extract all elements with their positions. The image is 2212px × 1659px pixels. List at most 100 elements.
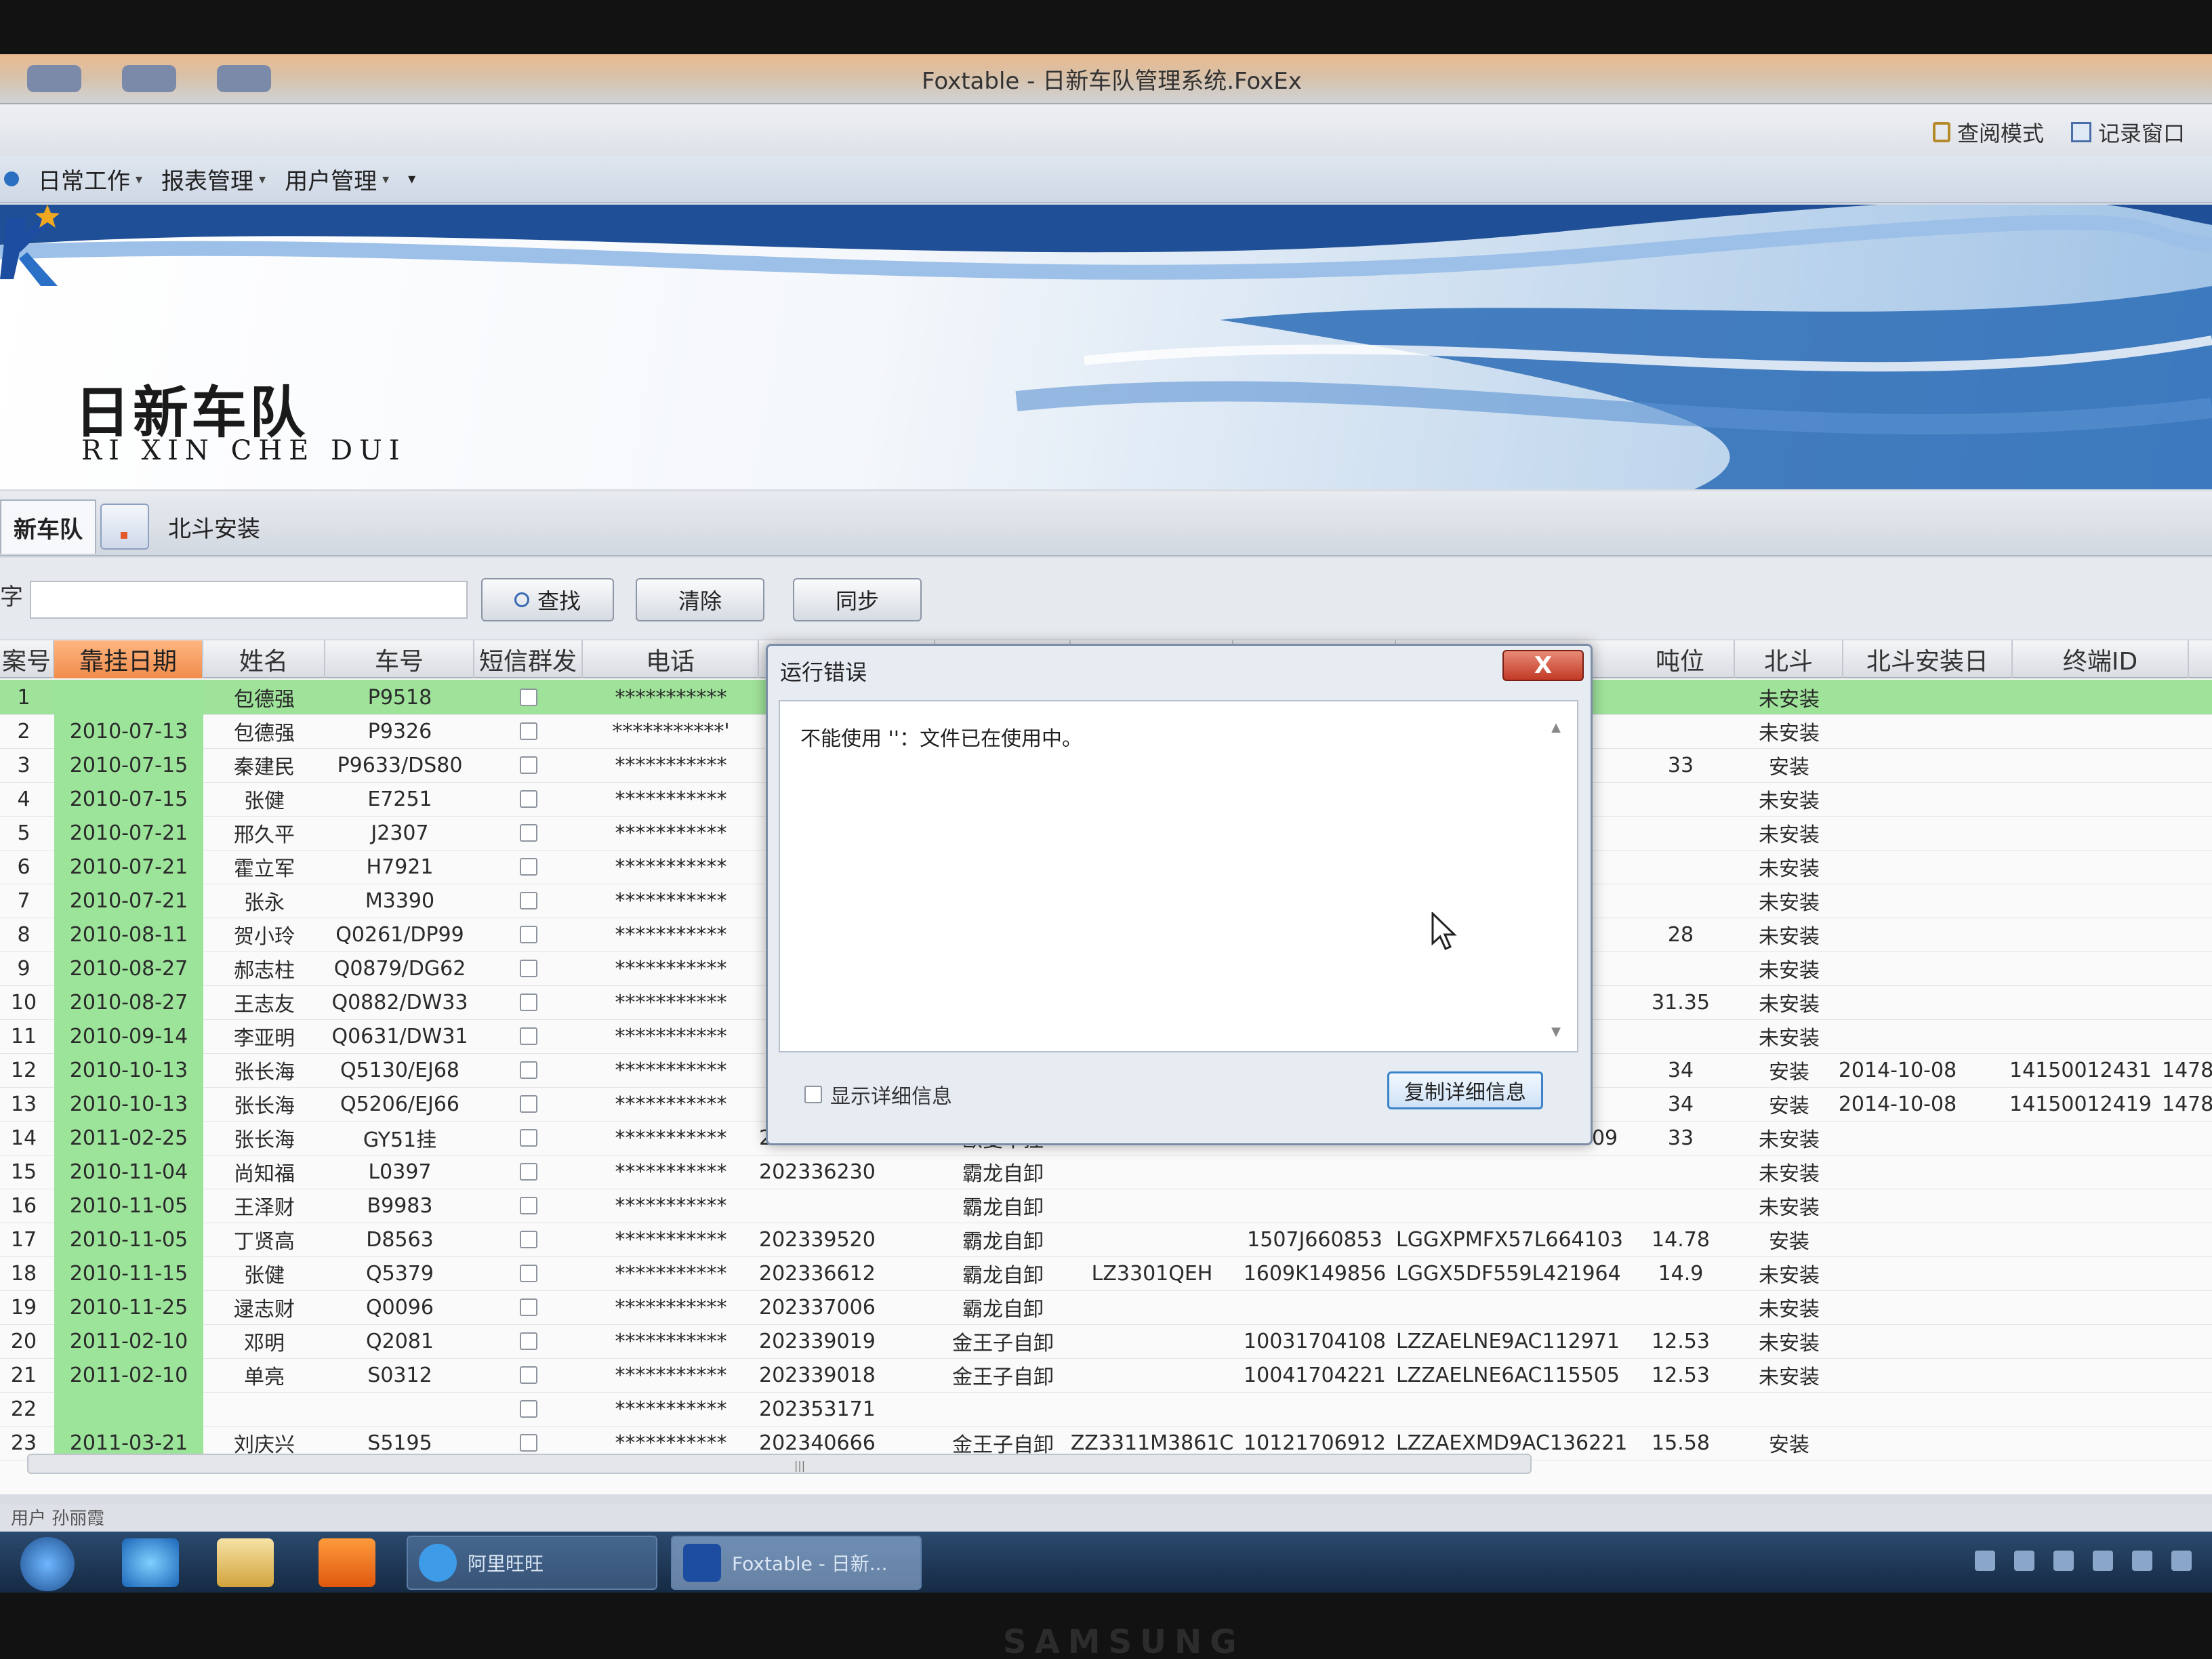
table-cell-extra[interactable] — [2162, 1222, 2212, 1257]
table-cell-terminal[interactable] — [1979, 1222, 2182, 1257]
table-cell-no[interactable]: 10 — [0, 985, 47, 1020]
sms-broadcast-cell[interactable] — [474, 1188, 583, 1223]
table-cell-no[interactable]: 6 — [0, 849, 47, 884]
clear-button[interactable]: 清除 — [636, 578, 764, 621]
save-icon[interactable] — [122, 65, 176, 92]
table-cell-extra[interactable] — [2162, 747, 2212, 783]
table-cell-phone[interactable]: *********** — [583, 1188, 759, 1223]
table-cell-plate[interactable] — [325, 1391, 474, 1427]
table-cell-terminal[interactable] — [1979, 714, 2182, 749]
table-cell-no[interactable]: 15 — [0, 1154, 47, 1189]
sms-broadcast-cell[interactable] — [474, 1256, 583, 1291]
sms-broadcast-cell[interactable] — [474, 951, 583, 986]
table-cell-bd_date[interactable] — [1816, 917, 1979, 952]
column-header[interactable]: 北斗 — [1735, 640, 1843, 678]
table-cell-terminal[interactable] — [1979, 1120, 2182, 1155]
table-cell-extra[interactable]: 1478 — [2162, 1086, 2212, 1122]
table-cell-no[interactable]: 16 — [0, 1188, 47, 1223]
table-cell-name[interactable]: 张永 — [203, 883, 325, 918]
table-cell-terminal[interactable] — [1979, 781, 2182, 817]
table-cell-terminal[interactable] — [1979, 849, 2182, 884]
table-cell-bd_date[interactable] — [1816, 1391, 1979, 1427]
table-cell-date[interactable]: 2010-07-15 — [54, 747, 203, 783]
table-cell-date[interactable]: 2010-08-11 — [54, 917, 203, 952]
sms-broadcast-cell[interactable] — [474, 883, 583, 918]
table-cell-extra[interactable] — [2162, 883, 2212, 918]
sms-broadcast-cell[interactable] — [474, 1154, 583, 1189]
table-cell-date[interactable]: 2010-07-21 — [54, 815, 203, 851]
table-cell-c7[interactable]: 金王子自卸 — [935, 1324, 1071, 1359]
show-details-checkbox[interactable]: 显示详细信息 — [804, 1080, 952, 1109]
table-cell-bd_date[interactable] — [1816, 985, 1979, 1020]
table-cell-name[interactable]: 秦建民 — [203, 747, 325, 783]
table-cell-terminal[interactable] — [1979, 883, 2182, 918]
table-cell-c8[interactable] — [1071, 1324, 1233, 1359]
table-cell-extra[interactable] — [2162, 1154, 2212, 1189]
menu-report-management[interactable]: 报表管理 ▾ — [161, 163, 266, 196]
table-cell-bd_date[interactable]: 2014-10-08 — [1816, 1086, 1979, 1122]
table-cell-ton[interactable] — [1626, 815, 1735, 851]
sms-broadcast-checkbox[interactable] — [520, 892, 537, 909]
table-cell-plate[interactable]: Q0879/DG62 — [325, 951, 474, 986]
table-cell-plate[interactable]: Q5130/EJ68 — [325, 1052, 474, 1088]
taobao-icon[interactable] — [319, 1538, 375, 1587]
table-cell-c9[interactable]: 1507J660853 — [1233, 1222, 1396, 1257]
table-cell-c6[interactable]: 202336612 — [759, 1256, 935, 1291]
table-cell-plate[interactable]: M3390 — [325, 883, 474, 918]
table-cell-ton[interactable] — [1626, 1188, 1735, 1223]
table-cell-terminal[interactable] — [1979, 1357, 2182, 1393]
table-cell-bd_date[interactable] — [1816, 1019, 1979, 1054]
sms-broadcast-checkbox[interactable] — [520, 1231, 537, 1248]
table-cell-plate[interactable]: P9518 — [325, 680, 474, 715]
sms-broadcast-checkbox[interactable] — [520, 1095, 537, 1113]
table-cell-ton[interactable] — [1626, 1154, 1735, 1189]
table-cell-bd_date[interactable] — [1816, 1425, 1979, 1460]
taskbar-foxtable[interactable]: Foxtable - 日新... — [671, 1536, 922, 1590]
menu-daily-work[interactable]: 日常工作 ▾ — [38, 163, 142, 196]
table-cell-phone[interactable]: *********** — [583, 1222, 759, 1257]
table-cell-name[interactable]: 张长海 — [203, 1120, 325, 1155]
sms-broadcast-cell[interactable] — [474, 747, 583, 783]
table-cell-ton[interactable]: 34 — [1626, 1086, 1735, 1122]
sms-broadcast-cell[interactable] — [474, 1290, 583, 1325]
table-cell-name[interactable]: 尚知福 — [203, 1154, 325, 1189]
table-cell-plate[interactable]: Q0882/DW33 — [325, 985, 474, 1020]
table-cell-no[interactable]: 3 — [0, 747, 47, 783]
tray-globe-icon[interactable] — [2053, 1551, 2074, 1571]
table-cell-c6[interactable]: 202339520 — [759, 1222, 935, 1257]
table-cell-plate[interactable]: J2307 — [325, 815, 474, 851]
table-cell-ton[interactable]: 33 — [1626, 747, 1735, 783]
sms-broadcast-cell[interactable] — [474, 815, 583, 851]
table-cell-terminal[interactable] — [1979, 747, 2182, 783]
table-cell-phone[interactable]: *********** — [583, 849, 759, 884]
tray-shield-icon[interactable] — [2014, 1551, 2034, 1571]
table-cell-ton[interactable]: 33 — [1626, 1120, 1735, 1155]
column-header[interactable]: 吨位 — [1626, 640, 1735, 678]
undo-icon[interactable] — [217, 65, 271, 92]
table-cell-ton[interactable]: 12.53 — [1626, 1357, 1735, 1393]
table-cell-extra[interactable] — [2162, 1324, 2212, 1359]
table-cell-name[interactable]: 张长海 — [203, 1086, 325, 1122]
explorer-icon[interactable] — [217, 1538, 274, 1587]
table-cell-c9[interactable] — [1233, 1188, 1396, 1223]
table-cell-c9[interactable]: 1609K149856 — [1233, 1256, 1396, 1291]
table-cell-vin[interactable]: LGGXPMFX57L664103 — [1396, 1222, 1626, 1257]
table-cell-date[interactable]: 2010-11-04 — [54, 1154, 203, 1189]
column-header[interactable]: 短信群发 — [474, 640, 583, 678]
table-cell-date[interactable]: 2011-02-10 — [54, 1324, 203, 1359]
sms-broadcast-cell[interactable] — [474, 1324, 583, 1359]
table-cell-terminal[interactable] — [1979, 1019, 2182, 1054]
table-cell-no[interactable]: 20 — [0, 1324, 47, 1359]
table-cell-name[interactable]: 包德强 — [203, 714, 325, 749]
table-cell-no[interactable]: 2 — [0, 714, 47, 749]
sms-broadcast-checkbox[interactable] — [520, 1197, 537, 1214]
sms-broadcast-checkbox[interactable] — [520, 756, 537, 774]
table-cell-extra[interactable] — [2162, 1019, 2212, 1054]
tray-flag-icon[interactable] — [2093, 1551, 2113, 1571]
tab-fleet[interactable]: 新车队 — [0, 499, 96, 554]
sms-broadcast-checkbox[interactable] — [520, 1129, 537, 1147]
table-cell-terminal[interactable] — [1979, 1290, 2182, 1325]
table-cell-plate[interactable]: L0397 — [325, 1154, 474, 1189]
table-cell-bd_date[interactable] — [1816, 781, 1979, 817]
table-cell-ton[interactable] — [1626, 1019, 1735, 1054]
